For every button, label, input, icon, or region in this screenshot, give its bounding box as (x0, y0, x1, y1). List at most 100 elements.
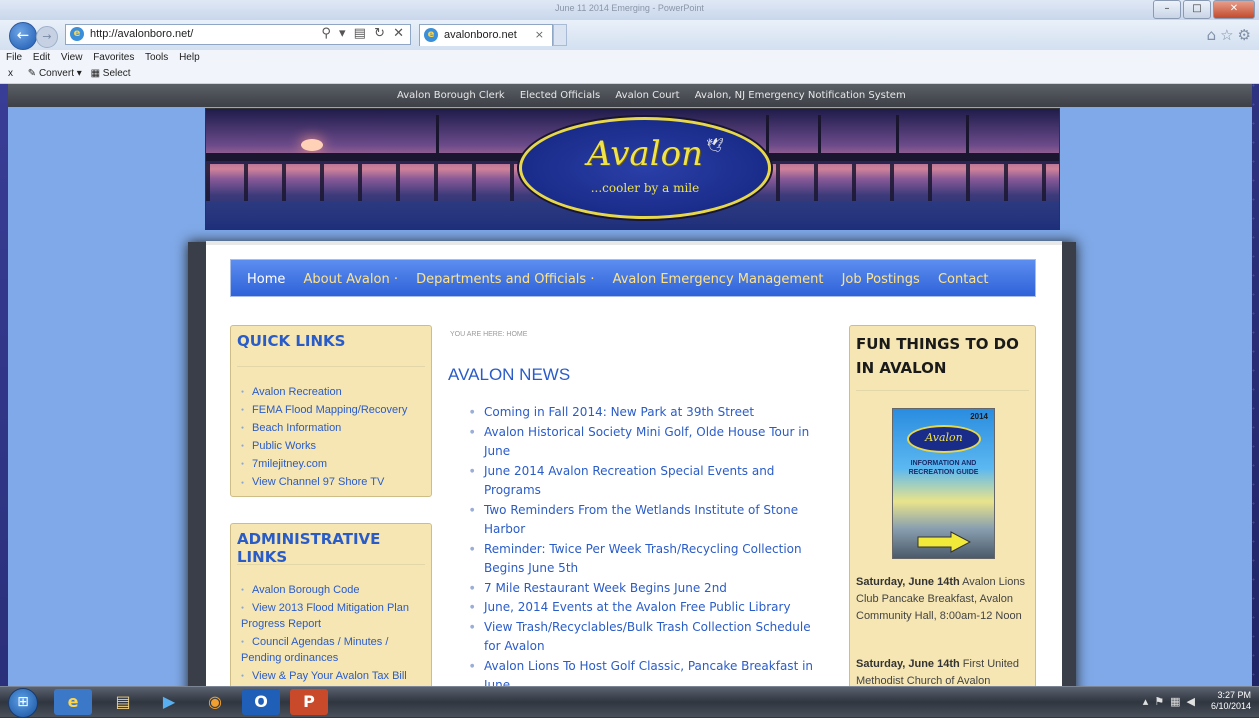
quick-links-box: QUICK LINKS Avalon Recreation FEMA Flood… (230, 325, 432, 497)
news-item[interactable]: Coming in Fall 2014: New Park at 39th St… (470, 403, 818, 423)
guide-logo: Avalon (907, 425, 981, 453)
menu-favorites[interactable]: Favorites (93, 52, 134, 63)
window-title: June 11 2014 Emerging - PowerPoint (555, 3, 704, 13)
logo-tagline: ...cooler by a mile (590, 181, 700, 195)
taskbar-explorer-icon[interactable]: ▤ (104, 689, 142, 715)
news-title: AVALON NEWS (448, 365, 571, 384)
news-item[interactable]: 7 Mile Restaurant Week Begins June 2nd (470, 579, 818, 599)
windows-logo-icon: ⊞ (17, 694, 29, 710)
heron-bird-icon: 🕊 (706, 138, 724, 154)
news-item[interactable]: Avalon Lions To Host Golf Classic, Panca… (470, 657, 818, 687)
show-hidden-icons-icon[interactable]: ▴ (1143, 695, 1155, 708)
list-item[interactable]: View 2013 Flood Mitigation Plan Progress… (241, 600, 427, 632)
list-item[interactable]: Avalon Recreation (241, 384, 407, 400)
command-bar: x ✎ Convert ▾ ▦ Select (0, 66, 1259, 84)
banner-post (966, 115, 969, 155)
command-bar-close[interactable]: x (8, 68, 13, 79)
arrow-right-icon (917, 531, 971, 553)
taskbar-outlook-icon[interactable]: O (242, 689, 280, 715)
news-item[interactable]: Avalon Historical Society Mini Golf, Old… (470, 423, 818, 462)
taskbar-ie-icon[interactable]: e (54, 689, 92, 715)
link-avalon-court[interactable]: Avalon Court (615, 90, 679, 101)
tab-avalonboro[interactable]: e avalonboro.net × (419, 24, 553, 46)
news-item[interactable]: Two Reminders From the Wetlands Institut… (470, 501, 818, 540)
tray-date: 6/10/2014 (1210, 701, 1251, 711)
minimize-button[interactable]: – (1153, 0, 1181, 19)
menu-bar: File Edit View Favorites Tools Help (0, 50, 1259, 66)
windows-taskbar: ⊞ e ▤ ▶ ◉ O P ▴⚑▦◀ 3:27 PM 6/10/2014 (0, 686, 1259, 718)
recreation-guide-image[interactable]: 2014 Avalon INFORMATION AND RECREATION G… (892, 408, 995, 559)
avalon-logo[interactable]: Avalon 🕊 ...cooler by a mile (519, 117, 771, 219)
list-item[interactable]: Avalon Borough Code (241, 582, 427, 598)
top-links-strip: Avalon Borough Clerk Elected Officials A… (8, 84, 1252, 107)
favorites-star-icon[interactable]: ☆ (1220, 26, 1237, 44)
list-item[interactable]: View Channel 97 Shore TV (241, 474, 407, 490)
select-icon: ▦ (90, 68, 101, 79)
menu-file[interactable]: File (6, 52, 22, 63)
browser-navbar: ← → e http://avalonboro.net/ ⚲ ▾ ▤ ↻ ✕ e… (0, 20, 1259, 50)
taskbar-media-icon[interactable]: ▶ (150, 689, 188, 715)
ie-favicon-icon: e (70, 27, 84, 41)
link-elected-officials[interactable]: Elected Officials (520, 90, 600, 101)
back-button[interactable]: ← (9, 22, 37, 50)
list-item[interactable]: View & Pay Your Avalon Tax Bill (241, 668, 427, 684)
convert-dropdown-icon[interactable]: ▾ (77, 68, 82, 79)
list-item[interactable]: FEMA Flood Mapping/Recovery (241, 402, 407, 418)
settings-gear-icon[interactable]: ⚙ (1238, 26, 1255, 44)
address-bar[interactable]: e http://avalonboro.net/ ⚲ ▾ ▤ ↻ ✕ (65, 24, 411, 45)
flag-icon[interactable]: ⚑ (1154, 695, 1170, 708)
nav-contact[interactable]: Contact (938, 272, 989, 287)
maximize-button[interactable]: □ (1183, 0, 1211, 19)
network-icon[interactable]: ▦ (1170, 695, 1186, 708)
home-icon[interactable]: ⌂ (1207, 26, 1221, 44)
news-item[interactable]: Reminder: Twice Per Week Trash/Recycling… (470, 540, 818, 579)
convert-button[interactable]: Convert (39, 68, 74, 79)
menu-view[interactable]: View (61, 52, 83, 63)
new-tab-button[interactable] (553, 24, 567, 46)
select-button[interactable]: Select (103, 68, 131, 79)
event-2: Saturday, June 14th First United Methodi… (856, 656, 1034, 686)
address-controls[interactable]: ⚲ ▾ ▤ ↻ ✕ (321, 26, 406, 41)
logo-brand: Avalon (587, 134, 703, 174)
nav-home[interactable]: Home (247, 272, 285, 287)
top-links: Avalon Borough Clerk Elected Officials A… (397, 90, 918, 101)
list-item[interactable]: Public Works (241, 438, 407, 454)
news-item[interactable]: June, 2014 Events at the Avalon Free Pub… (470, 598, 818, 618)
taskbar-powerpoint-icon[interactable]: P (290, 689, 328, 715)
tray-clock[interactable]: 3:27 PM 6/10/2014 (1211, 690, 1251, 712)
list-item[interactable]: Beach Information (241, 420, 407, 436)
forward-button[interactable]: → (36, 26, 58, 48)
nav-about-avalon[interactable]: About Avalon · (304, 272, 398, 287)
site-banner: Avalon 🕊 ...cooler by a mile (205, 108, 1060, 230)
window-titlebar: June 11 2014 Emerging - PowerPoint – □ ✕ (0, 0, 1259, 20)
url-text[interactable]: http://avalonboro.net/ (90, 28, 193, 40)
banner-sun (301, 139, 323, 151)
link-emergency-notification[interactable]: Avalon, NJ Emergency Notification System (695, 90, 906, 101)
tray-time: 3:27 PM (1217, 690, 1251, 700)
close-button[interactable]: ✕ (1213, 0, 1255, 19)
list-item[interactable]: 7milejitney.com (241, 456, 407, 472)
system-tray-icons: ▴⚑▦◀ (1143, 695, 1201, 708)
event-2-date: Saturday, June 14th (856, 658, 960, 670)
menu-help[interactable]: Help (179, 52, 200, 63)
admin-links-box: ADMINISTRATIVE LINKS Avalon Borough Code… (230, 523, 432, 686)
menu-edit[interactable]: Edit (33, 52, 50, 63)
news-item[interactable]: June 2014 Avalon Recreation Special Even… (470, 462, 818, 501)
menu-tools[interactable]: Tools (145, 52, 168, 63)
nav-departments-officials[interactable]: Departments and Officials · (416, 272, 594, 287)
link-borough-clerk[interactable]: Avalon Borough Clerk (397, 90, 505, 101)
quick-links-title: QUICK LINKS (237, 332, 346, 350)
nav-emergency-management[interactable]: Avalon Emergency Management (613, 272, 824, 287)
fun-things-box: FUN THINGS TO DO IN AVALON 2014 Avalon I… (849, 325, 1036, 686)
guide-title: INFORMATION AND RECREATION GUIDE (908, 460, 979, 476)
event-1: Saturday, June 14th Avalon Lions Club Pa… (856, 574, 1034, 625)
tab-close-icon[interactable]: × (535, 28, 544, 41)
volume-icon[interactable]: ◀ (1187, 695, 1201, 708)
fun-things-title: FUN THINGS TO DO IN AVALON (856, 335, 1019, 377)
news-item[interactable]: View Trash/Recyclables/Bulk Trash Collec… (470, 618, 818, 657)
list-item[interactable]: Council Agendas / Minutes / Pending ordi… (241, 634, 427, 666)
admin-links-title: ADMINISTRATIVE LINKS (237, 530, 381, 566)
taskbar-chrome-icon[interactable]: ◉ (196, 689, 234, 715)
nav-job-postings[interactable]: Job Postings (842, 272, 920, 287)
start-button[interactable]: ⊞ (8, 688, 38, 718)
